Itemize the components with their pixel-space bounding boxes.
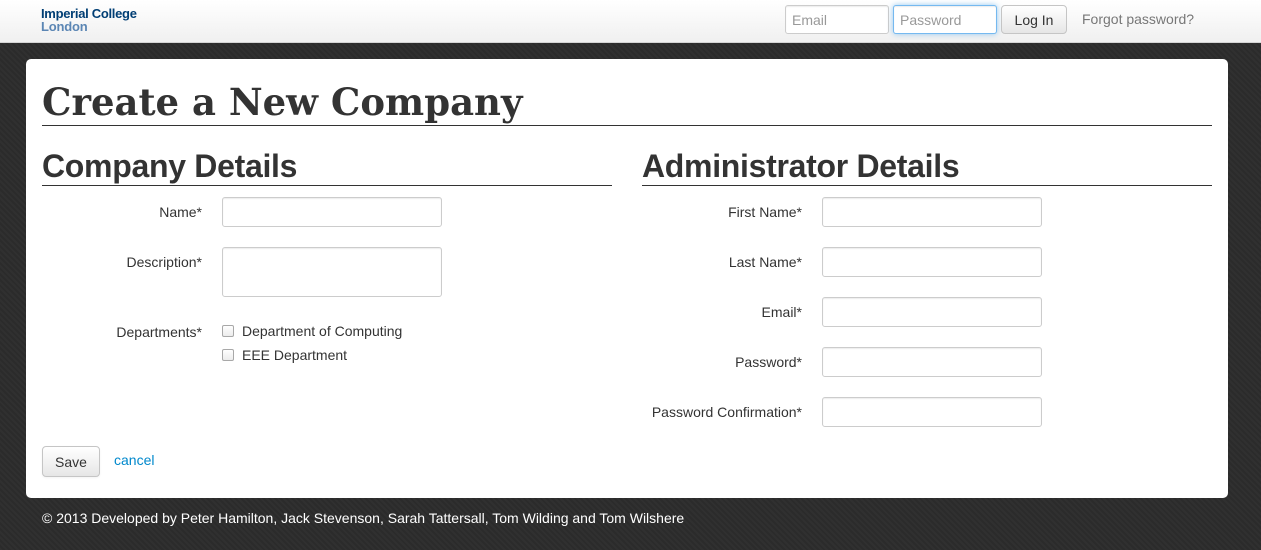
forgot-password-link[interactable]: Forgot password? (1082, 11, 1194, 27)
first-name-label: First Name* (728, 204, 802, 220)
department-computing-label: Department of Computing (242, 323, 403, 339)
department-computing-checkbox[interactable] (222, 325, 234, 337)
admin-password-label: Password* (735, 354, 802, 370)
main-panel: Create a New Company Company Details Adm… (26, 59, 1228, 498)
first-name-input[interactable] (822, 197, 1042, 227)
departments-label: Departments* (116, 324, 202, 340)
login-email-input[interactable] (785, 5, 889, 34)
last-name-input[interactable] (822, 247, 1042, 277)
cancel-link[interactable]: cancel (114, 452, 154, 468)
last-name-label: Last Name* (728, 254, 802, 270)
company-details-heading: Company Details (42, 147, 612, 186)
company-name-input[interactable] (222, 197, 442, 227)
footer-credits: © 2013 Developed by Peter Hamilton, Jack… (42, 510, 685, 526)
password-confirmation-input[interactable] (822, 397, 1042, 427)
administrator-details-heading: Administrator Details (642, 147, 1212, 186)
company-name-label: Name* (159, 204, 202, 220)
admin-password-input[interactable] (822, 347, 1042, 377)
admin-email-input[interactable] (822, 297, 1042, 327)
imperial-college-logo[interactable]: Imperial College London (41, 7, 137, 33)
top-navbar: Imperial College London Log In Forgot pa… (0, 0, 1261, 43)
department-eee-label: EEE Department (242, 347, 348, 363)
login-button[interactable]: Log In (1001, 5, 1067, 34)
company-description-textarea[interactable] (222, 247, 442, 297)
password-confirmation-label: Password Confirmation* (651, 404, 802, 420)
brand-line-2: London (41, 19, 88, 34)
login-password-input[interactable] (893, 5, 997, 34)
admin-email-label: Email* (761, 304, 802, 320)
department-eee-checkbox[interactable] (222, 349, 234, 361)
save-button[interactable]: Save (42, 446, 100, 477)
page-title: Create a New Company (42, 79, 1212, 126)
company-description-label: Description* (126, 254, 202, 270)
